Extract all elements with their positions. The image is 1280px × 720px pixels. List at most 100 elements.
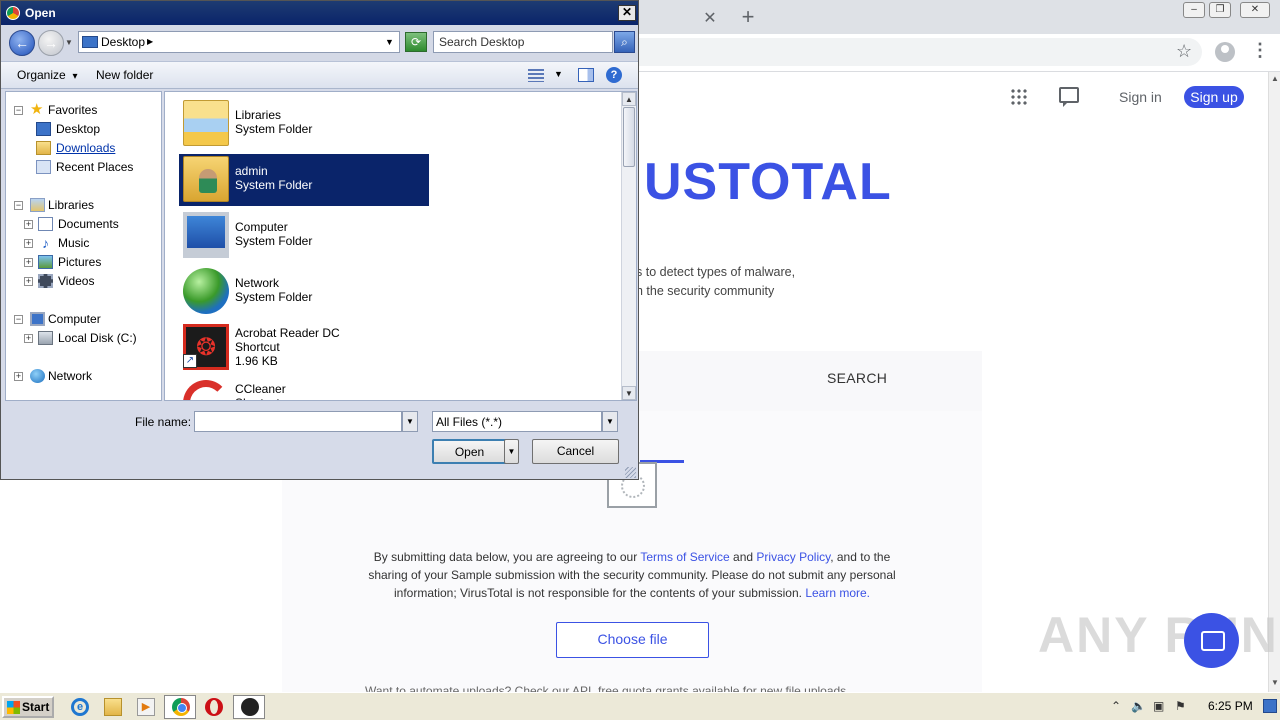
search-icon[interactable]: ⌕ bbox=[614, 31, 635, 53]
file-type: System Folder bbox=[235, 178, 313, 192]
tree-item-label: Pictures bbox=[58, 255, 102, 269]
documents-icon bbox=[38, 217, 53, 231]
file-name-dropdown-icon[interactable]: ▼ bbox=[402, 411, 418, 432]
recent-locations-dropdown[interactable]: ▼ bbox=[65, 38, 73, 47]
internet-explorer-icon[interactable]: e bbox=[71, 698, 89, 716]
scroll-up-arrow-icon[interactable]: ▲ bbox=[1271, 74, 1279, 83]
view-options-dropdown-icon[interactable]: ▼ bbox=[554, 69, 563, 79]
show-desktop-icon[interactable] bbox=[1263, 699, 1277, 713]
file-item-admin[interactable]: admin System Folder bbox=[179, 154, 429, 206]
window-close-button[interactable]: ✕ bbox=[1240, 2, 1270, 18]
browser-menu-icon[interactable]: ⋮ bbox=[1251, 40, 1269, 61]
volume-icon[interactable]: 🔈 bbox=[1131, 699, 1146, 713]
organize-button[interactable]: Organize bbox=[17, 68, 78, 82]
file-name-input[interactable] bbox=[194, 411, 402, 432]
file-name: Acrobat Reader DC bbox=[235, 326, 340, 340]
tagline-line-2: h the security community bbox=[636, 284, 775, 298]
scroll-down-arrow-icon[interactable]: ▼ bbox=[1271, 678, 1279, 687]
file-name: Computer bbox=[235, 220, 288, 234]
legal-text: and bbox=[729, 550, 757, 564]
chat-icon[interactable] bbox=[1059, 87, 1079, 107]
page-scrollbar[interactable]: ▲ ▼ bbox=[1268, 72, 1280, 692]
tree-item-label: Computer bbox=[48, 312, 101, 326]
tree-item-label: Videos bbox=[58, 274, 95, 288]
scroll-down-arrow-icon[interactable]: ▼ bbox=[622, 386, 636, 400]
start-label: Start bbox=[22, 700, 50, 714]
privacy-policy-link[interactable]: Privacy Policy bbox=[756, 550, 830, 564]
location-bar[interactable]: Desktop ▶ ▼ bbox=[78, 31, 400, 53]
sign-up-button[interactable]: Sign up bbox=[1184, 86, 1244, 108]
file-type-dropdown-icon[interactable]: ▼ bbox=[602, 411, 618, 432]
learn-more-link[interactable]: Learn more. bbox=[805, 586, 870, 600]
file-name: Libraries bbox=[235, 108, 282, 122]
choose-file-button[interactable]: Choose file bbox=[556, 622, 709, 658]
file-list-pane: Libraries System Folder admin System Fol… bbox=[164, 91, 637, 401]
legal-text: , and to the bbox=[830, 550, 891, 564]
location-dropdown-icon[interactable]: ▼ bbox=[385, 37, 394, 47]
file-name: Network bbox=[235, 276, 280, 290]
tab-close-icon[interactable]: ✕ bbox=[700, 8, 720, 28]
change-view-icon[interactable] bbox=[528, 69, 544, 82]
new-tab-button[interactable]: + bbox=[737, 4, 759, 30]
expand-icon[interactable]: + bbox=[24, 239, 33, 248]
chat-fab-button[interactable] bbox=[1184, 613, 1239, 668]
expand-icon[interactable]: + bbox=[24, 334, 33, 343]
restore-button[interactable]: ❐ bbox=[1209, 2, 1231, 18]
show-hidden-icons-icon[interactable]: ⌃ bbox=[1111, 699, 1121, 713]
clock[interactable]: 6:25 PM bbox=[1208, 699, 1253, 713]
dialog-title-bar[interactable]: Open ✕ bbox=[1, 1, 638, 25]
profile-avatar-icon[interactable] bbox=[1215, 42, 1235, 62]
file-item-ccleaner[interactable]: CCleaner Shortcut bbox=[179, 378, 429, 400]
refresh-icon[interactable]: ⟳ bbox=[405, 32, 427, 52]
legal-text-line-3: information; VirusTotal is not responsib… bbox=[282, 586, 982, 600]
collapse-icon[interactable]: − bbox=[14, 106, 23, 115]
file-item-network[interactable]: Network System Folder bbox=[179, 266, 429, 318]
expand-icon[interactable]: + bbox=[24, 220, 33, 229]
breadcrumb-caret-icon[interactable]: ▶ bbox=[147, 37, 153, 46]
search-desktop-input[interactable]: Search Desktop bbox=[433, 31, 613, 53]
file-name: CCleaner bbox=[235, 382, 286, 396]
expand-icon[interactable]: + bbox=[14, 372, 23, 381]
tab-search[interactable]: SEARCH bbox=[827, 370, 887, 386]
collapse-icon[interactable]: − bbox=[14, 315, 23, 324]
recent-places-icon bbox=[36, 160, 51, 174]
scroll-up-arrow-icon[interactable]: ▲ bbox=[622, 92, 636, 106]
expand-icon[interactable]: + bbox=[24, 277, 33, 286]
bookmark-star-icon[interactable]: ☆ bbox=[1176, 41, 1192, 62]
taskbar-app-button[interactable] bbox=[233, 695, 265, 719]
back-arrow-icon[interactable]: ← bbox=[9, 30, 35, 56]
expand-icon[interactable]: + bbox=[24, 258, 33, 267]
help-icon[interactable]: ? bbox=[606, 67, 622, 83]
apps-grid-icon[interactable] bbox=[1010, 88, 1028, 106]
music-icon: ♪ bbox=[42, 235, 49, 251]
file-item-libraries[interactable]: Libraries System Folder bbox=[179, 98, 429, 150]
open-options-dropdown-icon[interactable]: ▼ bbox=[504, 439, 519, 464]
cancel-button[interactable]: Cancel bbox=[532, 439, 619, 464]
start-button[interactable]: Start bbox=[2, 696, 54, 718]
new-folder-button[interactable]: New folder bbox=[96, 68, 153, 82]
resize-grip[interactable] bbox=[625, 467, 636, 478]
sign-in-link[interactable]: Sign in bbox=[1119, 89, 1162, 105]
file-type-filter-select[interactable]: All Files (*.*) bbox=[432, 411, 602, 432]
forward-arrow-icon[interactable]: → bbox=[38, 30, 64, 56]
taskbar-chrome-button[interactable] bbox=[164, 695, 196, 719]
computer-icon bbox=[183, 212, 229, 258]
media-player-icon[interactable]: ▶ bbox=[137, 698, 155, 716]
dialog-close-button[interactable]: ✕ bbox=[618, 5, 636, 21]
address-bar[interactable] bbox=[620, 38, 1202, 66]
file-name-label: File name: bbox=[135, 415, 192, 429]
scrollbar-thumb[interactable] bbox=[623, 107, 635, 167]
file-item-acrobat-reader[interactable]: ↗ Acrobat Reader DC Shortcut 1.96 KB bbox=[179, 322, 429, 374]
file-item-computer[interactable]: Computer System Folder bbox=[179, 210, 429, 262]
anyrun-watermark: ANY RUN bbox=[1038, 607, 1279, 663]
preview-pane-icon[interactable] bbox=[578, 68, 594, 82]
open-button[interactable]: Open bbox=[432, 439, 507, 464]
terms-of-service-link[interactable]: Terms of Service bbox=[640, 550, 729, 564]
action-center-flag-icon[interactable]: ⚑ bbox=[1175, 699, 1186, 713]
file-list-scrollbar[interactable]: ▲ ▼ bbox=[621, 92, 636, 400]
minimize-button[interactable]: – bbox=[1183, 2, 1205, 18]
file-explorer-icon[interactable] bbox=[104, 698, 122, 716]
collapse-icon[interactable]: − bbox=[14, 201, 23, 210]
opera-icon[interactable] bbox=[205, 698, 223, 716]
network-status-icon[interactable]: ▣ bbox=[1153, 699, 1164, 713]
